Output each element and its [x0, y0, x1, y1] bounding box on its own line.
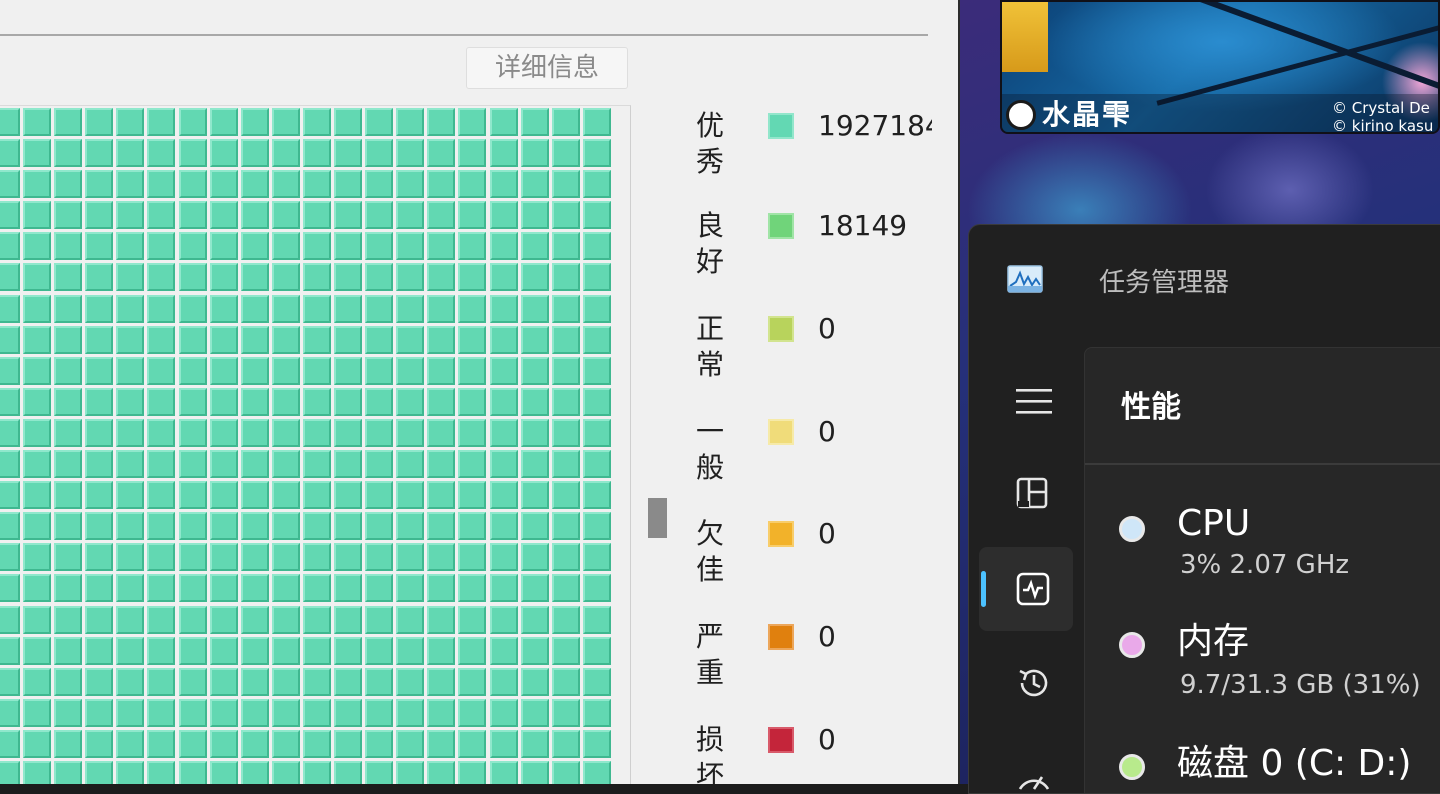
page-title: 性能 [1121, 390, 1181, 425]
legend-count: 0 [818, 415, 836, 448]
performance-icon [1016, 572, 1050, 606]
legend-label: 良好 [696, 209, 725, 278]
legend-label: 严重 [696, 620, 725, 689]
performance-panel: 性能 CPU 3% 2.07 GHz 内存 9.7/31.3 GB (31%) … [1084, 347, 1440, 793]
disk-indicator-dot [1119, 754, 1145, 780]
nav-performance[interactable] [979, 547, 1073, 631]
perf-item-detail: 3% 2.07 GHz [1180, 550, 1350, 580]
perf-item-name: CPU [1177, 503, 1251, 544]
task-manager-window: 任务管理器 性能 CPU 3% 2.07 GHz 内存 9.7/31.3 GB … [968, 224, 1440, 794]
nav-app-history[interactable] [979, 641, 1073, 725]
legend-label: 正常 [696, 312, 725, 381]
legend-swatch [768, 316, 794, 342]
perf-item-name: 磁盘 0 (C: D:) [1177, 743, 1412, 784]
legend-label: 欠佳 [696, 517, 725, 586]
banner-logo-text: 水晶雫 [1042, 98, 1133, 131]
header-divider [1085, 463, 1440, 465]
legend-swatch [768, 113, 794, 139]
cpu-indicator-dot [1119, 516, 1145, 542]
perf-item-cpu[interactable]: CPU 3% 2.07 GHz [1085, 498, 1440, 580]
legend-label: 优秀 [696, 109, 725, 178]
banner-decoration [1002, 2, 1048, 72]
legend: 优秀 1927184 良好 18149 正常 0 一般 0 欠佳 0 严重 0 [0, 0, 932, 784]
window-title: 任务管理器 [1099, 268, 1230, 298]
wallpaper-banner: 水晶雫 © Crystal De © kirino kasu [1000, 0, 1440, 134]
banner-decoration [1092, 2, 1438, 93]
legend-swatch [768, 419, 794, 445]
nav-menu-button[interactable] [979, 359, 1073, 443]
disk-health-window: 详细信息 优秀 1927184 良好 18149 正常 0 一般 0 欠佳 0 [0, 0, 958, 784]
legend-count: 0 [818, 517, 836, 550]
legend-swatch [768, 727, 794, 753]
legend-count: 1927184 [818, 109, 932, 142]
nav-startup-apps[interactable] [979, 735, 1073, 793]
nav-selection-indicator [981, 571, 986, 607]
nav-processes[interactable] [979, 453, 1073, 537]
task-manager-app-icon [1007, 265, 1043, 293]
startup-apps-icon [1018, 776, 1050, 790]
legend-count: 0 [818, 312, 836, 345]
banner-copyright: © kirino kasu [1332, 117, 1434, 134]
legend-count: 0 [818, 620, 836, 653]
hamburger-menu-icon [1016, 389, 1052, 414]
perf-item-detail: 9.7/31.3 GB (31%) [1180, 670, 1421, 700]
legend-count: 18149 [818, 209, 908, 242]
processes-icon [1016, 477, 1048, 509]
crystal-logo-icon [1006, 100, 1036, 130]
legend-label: 损坏 [696, 723, 725, 784]
legend-swatch [768, 521, 794, 547]
banner-copyright: © Crystal De [1332, 99, 1430, 117]
perf-item-disk[interactable]: 磁盘 0 (C: D:) [1085, 742, 1440, 793]
legend-label: 一般 [696, 415, 725, 484]
legend-count: 0 [818, 723, 836, 756]
app-history-icon [1019, 669, 1048, 697]
perf-item-name: 内存 [1177, 621, 1250, 662]
memory-indicator-dot [1119, 632, 1145, 658]
perf-item-memory[interactable]: 内存 9.7/31.3 GB (31%) [1085, 620, 1440, 700]
legend-swatch [768, 213, 794, 239]
legend-swatch [768, 624, 794, 650]
